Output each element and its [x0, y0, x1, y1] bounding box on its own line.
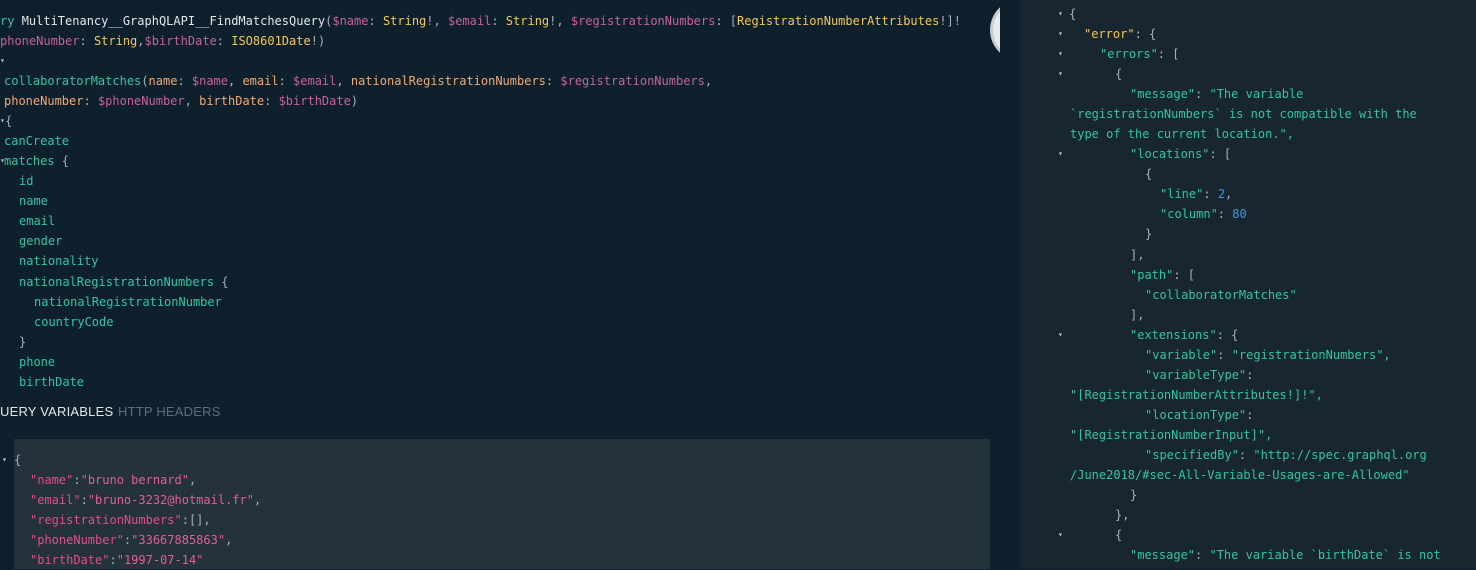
field-id: id — [19, 174, 34, 188]
query-variables-editor[interactable]: ▾ { "name":"bruno bernard", "email":"bru… — [2, 439, 990, 569]
field-email: email — [19, 214, 56, 228]
result-bracket-close: ], — [1130, 248, 1145, 262]
result-bracket-close: ], — [1130, 308, 1145, 322]
result-variable: "variable": "registrationNumbers", — [1145, 348, 1391, 362]
result-errors-key: "errors": [ — [1100, 47, 1180, 61]
tab-http-headers[interactable]: HTTP HEADERS — [118, 404, 221, 419]
code-line-2: phoneNumber: String,$birthDate: ISO8601D… — [0, 34, 326, 48]
var-name: "name":"bruno bernard", — [30, 473, 197, 487]
result-brace: { — [1115, 528, 1123, 542]
result-brace-close: } — [1130, 488, 1138, 502]
result-locations-key: "locations": [ — [1130, 147, 1232, 161]
result-message-1: "message": "The variable — [1130, 87, 1304, 101]
var-phone-number: "phoneNumber":"33667885863", — [30, 533, 233, 547]
field-phone: phone — [19, 355, 56, 369]
result-brace: { — [1145, 167, 1153, 181]
fold-arrow-icon[interactable]: ▾ — [1058, 4, 1063, 24]
result-locationtype-key: "locationType": — [1145, 408, 1254, 422]
result-message-3: type of the current location.", — [1070, 127, 1294, 141]
fold-arrow-icon[interactable]: ▾ — [1058, 144, 1063, 164]
result-specifiedby-cont: /June2018/#sec-All-Variable-Usages-are-A… — [1070, 468, 1410, 482]
query-variables-panel: ▾ { "name":"bruno bernard", "email":"bru… — [0, 430, 1000, 569]
fold-arrow-icon[interactable]: ▾ — [1058, 24, 1063, 44]
result-variabletype-key: "variableType": — [1145, 368, 1254, 382]
var-birth-date: "birthDate":"1997-07-14" — [30, 553, 204, 567]
code-line-4: collaboratorMatches(name: $name, email: … — [4, 74, 713, 88]
fold-arrow-icon[interactable]: ▾ — [1058, 44, 1063, 64]
tab-query-variables[interactable]: UERY VARIABLES — [0, 404, 113, 419]
vars-open-brace: { — [14, 453, 22, 467]
field-birthdate: birthDate — [19, 375, 85, 389]
field-nrn: nationalRegistrationNumbers { — [19, 275, 229, 289]
panel-divider[interactable] — [1000, 0, 1020, 569]
result-brace: { — [1115, 67, 1123, 81]
fold-arrow-icon[interactable]: ▾ — [1058, 64, 1063, 84]
variables-tabs: UERY VARIABLES HTTP HEADERS — [0, 396, 1000, 428]
result-error-key: "error": { — [1084, 27, 1157, 41]
result-brace-close: }, — [1115, 508, 1130, 522]
result-locationtype-val: "[RegistrationNumberInput]", — [1070, 428, 1273, 442]
fold-arrow-icon[interactable]: ▾ — [2, 450, 7, 470]
fold-arrow-icon[interactable]: ▾ — [1058, 525, 1063, 545]
field-nationality: nationality — [19, 254, 99, 268]
result-path-key: "path": [ — [1130, 268, 1196, 282]
code-line-1: ry MultiTenancy__GraphQLAPI__FindMatches… — [0, 14, 962, 28]
result-open-brace: { — [1069, 7, 1077, 21]
query-editor[interactable]: ry MultiTenancy__GraphQLAPI__FindMatches… — [0, 0, 1000, 395]
result-variabletype-val: "[RegistrationNumberAttributes!]!", — [1070, 388, 1323, 402]
result-message-second: "message": "The variable `birthDate` is … — [1130, 548, 1441, 562]
field-cancreate: canCreate — [4, 134, 70, 148]
field-matches: matches { — [4, 154, 70, 168]
result-extensions-key: "extensions": { — [1130, 328, 1239, 342]
var-email: "email":"bruno-3232@hotmail.fr", — [30, 493, 262, 507]
result-brace-close: } — [1145, 227, 1153, 241]
field-nrn-single: nationalRegistrationNumber — [34, 295, 222, 309]
field-name: name — [19, 194, 48, 208]
var-registration-numbers: "registrationNumbers":[], — [30, 513, 211, 527]
code-brace: { — [5, 114, 13, 128]
field-gender: gender — [19, 234, 63, 248]
code-line-5: phoneNumber: $phoneNumber, birthDate: $b… — [4, 94, 359, 108]
result-column: "column": 80 — [1160, 207, 1247, 221]
fold-arrow-icon[interactable]: ▾ — [1058, 325, 1063, 345]
result-message-2: `registrationNumbers` is not compatible … — [1070, 107, 1417, 121]
field-countrycode: countryCode — [34, 315, 114, 329]
result-path-val: "collaboratorMatches" — [1145, 288, 1297, 302]
fold-arrow-icon[interactable]: ▾ — [0, 51, 5, 71]
code-brace-close: } — [19, 335, 27, 349]
result-specifiedby: "specifiedBy": "http://spec.graphql.org — [1145, 448, 1427, 462]
result-viewer: ▾ { ▾ "error": { ▾ "errors": [ ▾ { "mess… — [1020, 0, 1476, 569]
result-line: "line": 2, — [1160, 187, 1233, 201]
